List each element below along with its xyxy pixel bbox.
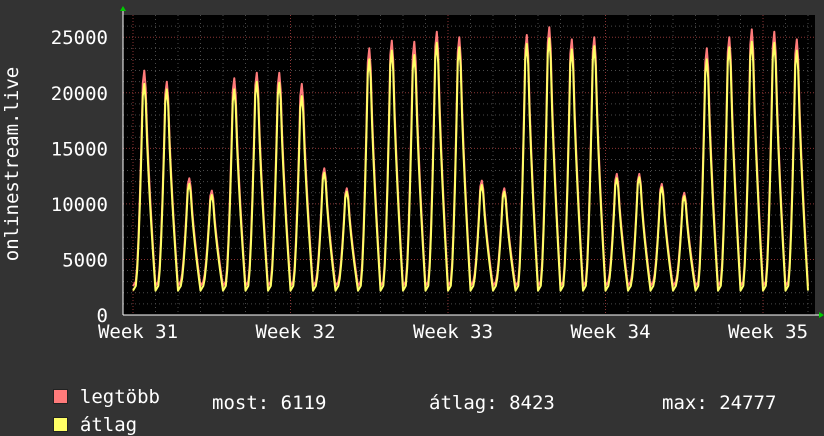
x-tick-label: Week 34 (570, 321, 650, 343)
x-tick-label: Week 33 (413, 321, 493, 343)
x-tick-label: Week 35 (728, 321, 808, 343)
x-tick-labels: Week 31 Week 32 Week 33 Week 34 Week 35 (98, 321, 808, 343)
x-tick-label: Week 32 (255, 321, 335, 343)
x-axis-arrow (819, 312, 824, 318)
legend-item-atlag: átlag (30, 392, 137, 436)
x-tick-label: Week 31 (98, 321, 178, 343)
y-tick-label: 25000 (51, 27, 108, 49)
y-tick-label: 5000 (62, 249, 108, 271)
y-tick-label: 10000 (51, 194, 108, 216)
y-tick-label: 15000 (51, 138, 108, 160)
legend-label-atlag: átlag (79, 414, 138, 436)
y-tick-label: 20000 (51, 83, 108, 105)
y-axis-label: onlinestream.live (1, 67, 23, 261)
stat-average: átlag: 8423 (429, 392, 555, 414)
y-axis-arrow (120, 6, 126, 11)
stat-now: most: 6119 (212, 392, 327, 414)
y-tick-labels: 0500010000150002000025000 (51, 27, 108, 327)
stat-max: max: 24777 (662, 392, 777, 414)
